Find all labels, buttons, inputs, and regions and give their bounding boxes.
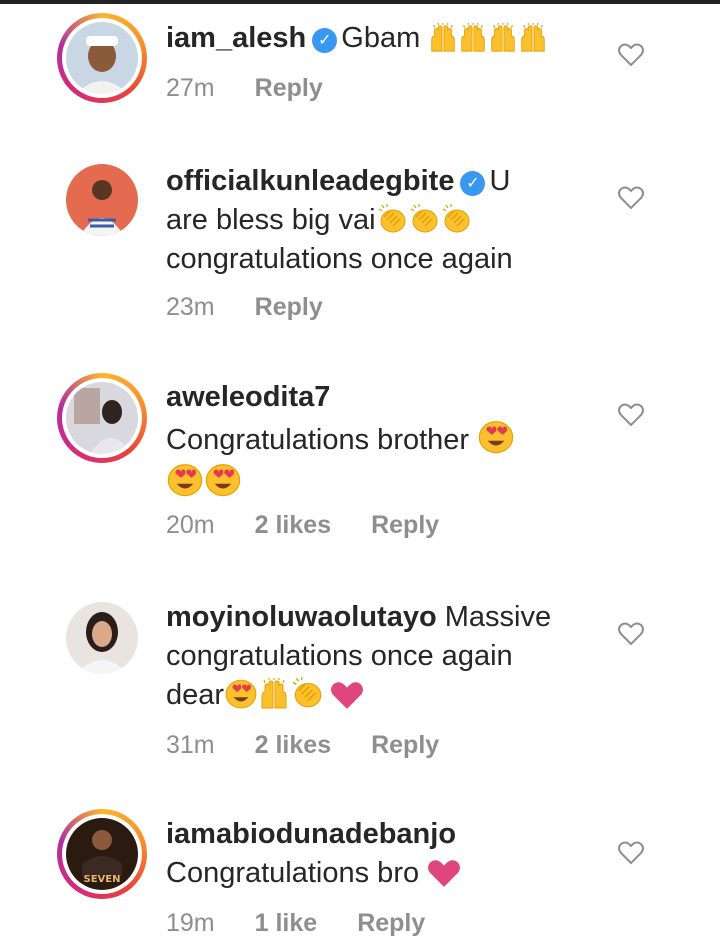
like-heart-icon[interactable] bbox=[618, 622, 644, 646]
raising-hands-icon bbox=[258, 678, 290, 710]
like-heart-icon[interactable] bbox=[618, 841, 644, 865]
comment-5: SEVEN iamabiodunadebanjo Congratulations… bbox=[0, 805, 720, 939]
username[interactable]: aweleodita7 bbox=[166, 381, 330, 413]
timestamp: 19m bbox=[166, 909, 215, 937]
story-ring[interactable] bbox=[57, 13, 147, 103]
like-heart-icon[interactable] bbox=[618, 403, 644, 427]
reply-button[interactable]: Reply bbox=[371, 511, 439, 539]
comment-3: aweleodita7 Congratulations brother 20m 2… bbox=[0, 370, 720, 550]
pink-heart-icon bbox=[427, 858, 461, 888]
reply-button[interactable]: Reply bbox=[255, 74, 323, 102]
comment-body: moyinoluwaolutayo Massive congratulation… bbox=[166, 598, 576, 715]
comment-text: Congratulations bro bbox=[166, 857, 420, 889]
avatar[interactable]: SEVEN bbox=[66, 818, 138, 890]
verified-badge-icon: ✓ bbox=[312, 28, 338, 53]
reply-button[interactable]: Reply bbox=[357, 909, 425, 937]
username[interactable]: iam_alesh bbox=[166, 22, 306, 54]
raising-hands-icon bbox=[458, 23, 488, 53]
raising-hands-emojis bbox=[428, 22, 548, 54]
comment-text: are bless big vai bbox=[166, 204, 376, 236]
heart-eyes-icon bbox=[224, 676, 258, 710]
comment-meta: 19m 1 like Reply bbox=[166, 909, 465, 938]
comment-body: aweleodita7 Congratulations brother bbox=[166, 378, 576, 503]
heart-eyes-icon bbox=[477, 417, 515, 455]
heart-eyes-icon bbox=[166, 460, 204, 498]
timestamp: 20m bbox=[166, 511, 215, 539]
story-ring[interactable]: SEVEN bbox=[57, 809, 147, 899]
likes-count[interactable]: 2 likes bbox=[255, 511, 331, 539]
comment-2: officialkunleadegbite ✓ U are bless big va… bbox=[0, 150, 720, 330]
story-ring[interactable] bbox=[57, 373, 147, 463]
comment-text: Massive bbox=[444, 601, 552, 633]
username[interactable]: moyinoluwaolutayo bbox=[166, 601, 437, 633]
heart-eyes-icon bbox=[204, 460, 242, 498]
reply-button[interactable]: Reply bbox=[371, 731, 439, 759]
comment-meta: 31m 2 likes Reply bbox=[166, 731, 479, 760]
clapping-hands-icon bbox=[290, 676, 324, 710]
comment-text: congratulations once again bbox=[166, 640, 513, 672]
raising-hands-icon bbox=[488, 23, 518, 53]
comment-meta: 23m Reply bbox=[166, 293, 363, 322]
avatar[interactable] bbox=[66, 164, 138, 236]
comment-body: iamabiodunadebanjo Congratulations bro bbox=[166, 815, 576, 893]
username[interactable]: officialkunleadegbite bbox=[166, 165, 454, 197]
comment-text: dear bbox=[166, 679, 225, 711]
verified-badge-icon: ✓ bbox=[460, 171, 486, 196]
timestamp: 23m bbox=[166, 293, 215, 321]
raising-hands-icon bbox=[518, 23, 548, 53]
comment-4: moyinoluwaolutayo Massive congratulation… bbox=[0, 590, 720, 770]
avatar[interactable] bbox=[66, 382, 138, 454]
timestamp: 27m bbox=[166, 74, 215, 102]
comment-text: Gbam bbox=[341, 22, 421, 54]
comment-text: U bbox=[489, 165, 511, 197]
pink-heart-icon bbox=[330, 680, 364, 710]
likes-count[interactable]: 1 like bbox=[255, 909, 318, 937]
clapping-hands-icon bbox=[408, 203, 440, 235]
comment-1: iam_alesh ✓ Gbam 27m Reply bbox=[0, 0, 720, 120]
clapping-hands-icon bbox=[440, 203, 472, 235]
like-heart-icon[interactable] bbox=[618, 186, 644, 210]
clapping-hands-icon bbox=[376, 203, 408, 235]
comment-text: congratulations once again bbox=[166, 243, 513, 275]
like-heart-icon[interactable] bbox=[618, 43, 644, 67]
avatar[interactable] bbox=[66, 602, 138, 674]
comment-text: Congratulations brother bbox=[166, 424, 470, 456]
reply-button[interactable]: Reply bbox=[255, 293, 323, 321]
comment-body: iam_alesh ✓ Gbam bbox=[166, 19, 576, 58]
comment-body: officialkunleadegbite ✓ U are bless big va… bbox=[166, 162, 576, 279]
username[interactable]: iamabiodunadebanjo bbox=[166, 818, 456, 850]
likes-count[interactable]: 2 likes bbox=[255, 731, 331, 759]
avatar[interactable] bbox=[66, 22, 138, 94]
raising-hands-icon bbox=[428, 23, 458, 53]
timestamp: 31m bbox=[166, 731, 215, 759]
comment-meta: 20m 2 likes Reply bbox=[166, 511, 479, 540]
avatar-logo-text: SEVEN bbox=[84, 874, 121, 885]
comment-meta: 27m Reply bbox=[166, 74, 363, 103]
